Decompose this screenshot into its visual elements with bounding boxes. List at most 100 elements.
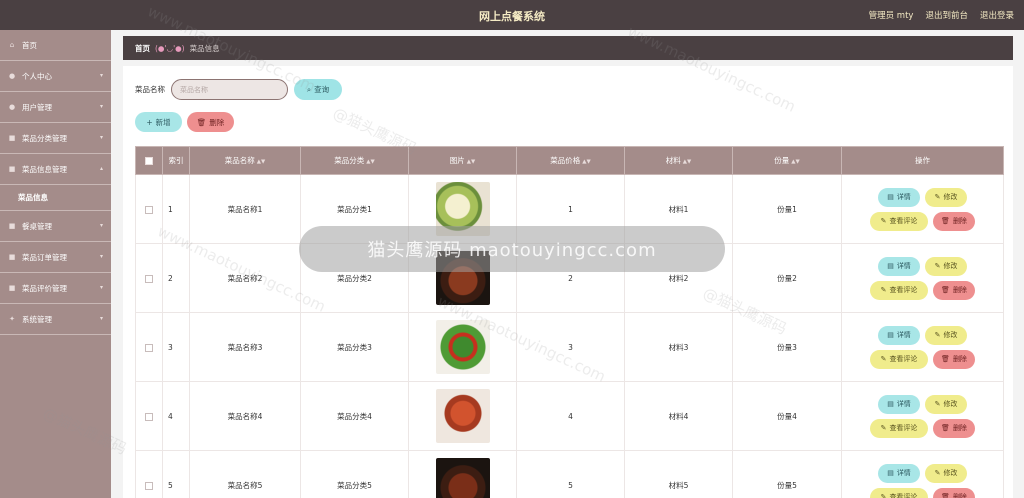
sidebar-item-review[interactable]: ■ 菜品评价管理 ▾ xyxy=(0,273,111,304)
cell-portion: 份量5 xyxy=(732,450,842,498)
delete-button[interactable]: 🗑 删除 xyxy=(933,418,975,438)
row-checkbox[interactable] xyxy=(145,481,153,490)
search-label: 菜品名称 xyxy=(135,85,165,94)
sidebar-item-dish[interactable]: ■ 菜品信息管理 ▴ xyxy=(0,154,111,185)
view-comments-button[interactable]: ✎ 查看评论 xyxy=(870,280,928,300)
row-actions: ▤ 详情 ✎ 修改 ✎ 查看评论 🗑 删除 xyxy=(842,463,1003,498)
sidebar-item-home[interactable]: ⌂ 首页 xyxy=(0,30,111,61)
view-comments-button[interactable]: ✎ 查看评论 xyxy=(870,418,928,438)
cell-index: 1 xyxy=(162,174,190,244)
sidebar-subitem-dish-info[interactable]: 菜品信息 xyxy=(0,185,111,211)
detail-button[interactable]: ▤ 详情 xyxy=(878,463,920,483)
edit-icon: ✎ xyxy=(934,469,941,477)
sidebar-item-label: 系统管理 xyxy=(22,314,52,324)
table-row: 4 菜品名称4 菜品分类4 4 材料4 份量4 ▤ 详情 ✎ 修改 ✎ 查看评论… xyxy=(135,381,1004,451)
row-actions: ▤ 详情 ✎ 修改 ✎ 查看评论 🗑 删除 xyxy=(842,394,1003,438)
column-header-material[interactable]: 材料 ▲▼ xyxy=(624,146,733,175)
row-checkbox[interactable] xyxy=(145,412,153,421)
sidebar-item-category[interactable]: ■ 菜品分类管理 ▾ xyxy=(0,123,111,154)
search-input[interactable] xyxy=(171,79,288,100)
cell-category: 菜品分类5 xyxy=(300,450,409,498)
sidebar-item-order[interactable]: ■ 菜品订单管理 ▾ xyxy=(0,242,111,273)
sort-icon[interactable]: ▲▼ xyxy=(257,159,265,165)
sort-icon[interactable]: ▲▼ xyxy=(366,159,374,165)
detail-button[interactable]: ▤ 详情 xyxy=(878,394,920,414)
edit-icon: ✎ xyxy=(880,424,887,432)
category-icon: ■ xyxy=(8,134,16,142)
cell-material: 材料5 xyxy=(624,450,733,498)
column-header-category[interactable]: 菜品分类 ▲▼ xyxy=(300,146,409,175)
chevron-down-icon: ▾ xyxy=(99,315,103,322)
edit-button[interactable]: ✎ 修改 xyxy=(925,394,967,414)
column-header-actions: 操作 xyxy=(841,146,1004,175)
table-header-row: 索引 菜品名称 ▲▼ 菜品分类 ▲▼ 图片 ▲▼ 菜品价格 ▲▼ 材料 ▲▼ 份量 ▲▼ 操… xyxy=(135,146,1004,175)
cell-name: 菜品名称3 xyxy=(189,312,301,382)
edit-icon: ✎ xyxy=(934,262,941,270)
cell-material: 材料3 xyxy=(624,312,733,382)
row-actions: ▤ 详情 ✎ 修改 ✎ 查看评论 🗑 删除 xyxy=(842,325,1003,369)
select-all-checkbox[interactable] xyxy=(145,157,153,165)
cell-portion: 份量1 xyxy=(732,174,842,244)
view-comments-button[interactable]: ✎ 查看评论 xyxy=(870,349,928,369)
sidebar: ⌂ 首页 ● 个人中心 ▾ ● 用户管理 ▾ ■ 菜品分类管理 ▾ ■ 菜品信息… xyxy=(0,30,111,498)
query-button-label: 查询 xyxy=(314,85,330,94)
detail-icon: ▤ xyxy=(887,193,894,201)
sort-icon[interactable]: ▲▼ xyxy=(582,159,590,165)
sidebar-item-system[interactable]: ✦ 系统管理 ▾ xyxy=(0,304,111,335)
batch-delete-button[interactable]: 🗑 删除 xyxy=(187,112,234,132)
row-checkbox[interactable] xyxy=(145,274,153,283)
detail-button[interactable]: ▤ 详情 xyxy=(878,256,920,276)
delete-button[interactable]: 🗑 删除 xyxy=(933,211,975,231)
cell-price: 5 xyxy=(516,450,625,498)
column-header-portion[interactable]: 份量 ▲▼ xyxy=(732,146,842,175)
column-header-name[interactable]: 菜品名称 ▲▼ xyxy=(189,146,301,175)
search-bar: 菜品名称 ⌕ 查询 xyxy=(135,79,342,100)
add-button[interactable]: + 新增 xyxy=(135,112,182,132)
settings-icon: ✦ xyxy=(9,315,15,323)
view-comments-button[interactable]: ✎ 查看评论 xyxy=(870,211,928,231)
sidebar-item-profile[interactable]: ● 个人中心 ▾ xyxy=(0,61,111,92)
query-button[interactable]: ⌕ 查询 xyxy=(294,79,342,100)
batch-delete-label: 删除 xyxy=(209,117,225,127)
row-actions: ▤ 详情 ✎ 修改 ✎ 查看评论 🗑 删除 xyxy=(842,187,1003,231)
detail-icon: ▤ xyxy=(887,400,894,408)
delete-button[interactable]: 🗑 删除 xyxy=(933,280,975,300)
chevron-down-icon: ▾ xyxy=(99,72,103,79)
column-header-image[interactable]: 图片 ▲▼ xyxy=(408,146,517,175)
detail-button[interactable]: ▤ 详情 xyxy=(878,325,920,345)
row-checkbox[interactable] xyxy=(145,343,153,352)
add-button-label: 新增 xyxy=(155,117,171,127)
exit-to-frontend-link[interactable]: 退出到前台 xyxy=(925,9,968,21)
breadcrumb-home[interactable]: 首页 xyxy=(135,43,150,54)
sidebar-item-users[interactable]: ● 用户管理 ▾ xyxy=(0,92,111,123)
cell-index: 2 xyxy=(162,243,190,313)
dish-image[interactable] xyxy=(435,389,490,443)
sort-icon[interactable]: ▲▼ xyxy=(467,159,475,165)
delete-button[interactable]: 🗑 删除 xyxy=(933,487,975,498)
view-comments-button[interactable]: ✎ 查看评论 xyxy=(870,487,928,498)
edit-button[interactable]: ✎ 修改 xyxy=(925,463,967,483)
delete-button[interactable]: 🗑 删除 xyxy=(933,349,975,369)
dish-image[interactable] xyxy=(435,320,490,374)
sidebar-item-table[interactable]: ■ 餐桌管理 ▾ xyxy=(0,211,111,242)
order-icon: ■ xyxy=(8,253,16,261)
edit-button[interactable]: ✎ 修改 xyxy=(925,256,967,276)
cell-category: 菜品分类4 xyxy=(300,381,409,451)
row-checkbox[interactable] xyxy=(145,205,153,214)
detail-icon: ▤ xyxy=(887,331,894,339)
column-header-price[interactable]: 菜品价格 ▲▼ xyxy=(516,146,625,175)
detail-button[interactable]: ▤ 详情 xyxy=(878,187,920,207)
trash-icon: 🗑 xyxy=(941,286,950,294)
sort-icon[interactable]: ▲▼ xyxy=(683,159,691,165)
search-icon: ⌕ xyxy=(306,84,312,94)
sort-icon[interactable]: ▲▼ xyxy=(791,159,799,165)
edit-icon: ✎ xyxy=(934,400,941,408)
edit-button[interactable]: ✎ 修改 xyxy=(925,325,967,345)
chevron-down-icon: ▾ xyxy=(99,284,103,291)
dish-image[interactable] xyxy=(435,458,490,498)
logout-link[interactable]: 退出登录 xyxy=(980,9,1014,21)
cell-portion: 份量3 xyxy=(732,312,842,382)
cell-index: 3 xyxy=(162,312,190,382)
cell-price: 3 xyxy=(516,312,625,382)
edit-button[interactable]: ✎ 修改 xyxy=(925,187,967,207)
